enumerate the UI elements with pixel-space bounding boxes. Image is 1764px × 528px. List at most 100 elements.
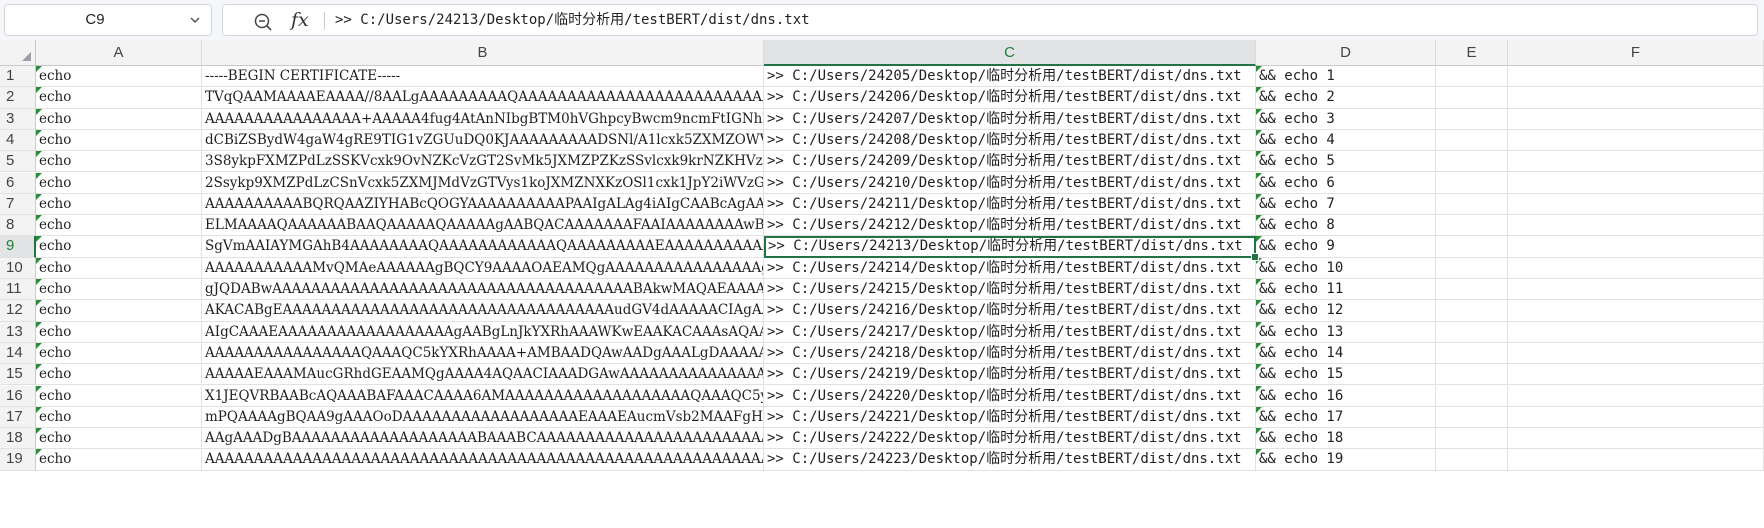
cell-e3[interactable]: [1436, 108, 1508, 130]
formula-input[interactable]: >> C:/Users/24213/Desktop/临时分析用/testBERT…: [335, 5, 810, 35]
cell-e10[interactable]: [1436, 257, 1508, 279]
cell-a16[interactable]: echo: [36, 385, 202, 407]
cell-b13[interactable]: AIgCAAAEAAAAAAAAAAAAAAAAAAgAABgLnJkYXRhA…: [202, 321, 764, 343]
cell-c3[interactable]: >> C:/Users/24207/Desktop/临时分析用/testBERT…: [764, 108, 1256, 130]
cell-b4[interactable]: dCBiZSBydW4gaW4gRE9TIG1vZGUuDQ0KJAAAAAAA…: [202, 129, 764, 152]
row-header[interactable]: 12: [0, 300, 36, 322]
cell-f3[interactable]: [1508, 108, 1764, 130]
row-header[interactable]: 9: [0, 236, 36, 258]
cell-a5[interactable]: echo: [36, 151, 202, 173]
cell-b1[interactable]: -----BEGIN CERTIFICATE-----: [202, 66, 764, 88]
function-icon[interactable]: fx: [291, 8, 309, 32]
cell-d18[interactable]: && echo 18: [1256, 428, 1436, 450]
cell-a7[interactable]: echo: [36, 193, 202, 216]
cell-d14[interactable]: && echo 14: [1256, 342, 1436, 365]
cell-f18[interactable]: [1508, 428, 1764, 450]
cell-b6[interactable]: 2Ssykp9XMZPdLzCSnVcxk5ZXMJMdVzGTVys1koJX…: [202, 172, 764, 194]
cell-e7[interactable]: [1436, 193, 1508, 216]
cell-b3[interactable]: AAAAAAAAAAAAAAAA+AAAAA4fug4AtAnNIbgBTM0h…: [202, 108, 764, 130]
cell-a3[interactable]: echo: [36, 108, 202, 130]
cell-e19[interactable]: [1436, 449, 1508, 471]
row-header[interactable]: 18: [0, 428, 36, 450]
cell-c18[interactable]: >> C:/Users/24222/Desktop/临时分析用/testBERT…: [764, 428, 1256, 450]
cell-c10[interactable]: >> C:/Users/24214/Desktop/临时分析用/testBERT…: [764, 257, 1256, 279]
cell-d12[interactable]: && echo 12: [1256, 300, 1436, 322]
cell-b2[interactable]: TVqQAAMAAAAEAAAA//8AALgAAAAAAAAAQAAAAAAA…: [202, 87, 764, 109]
row-header[interactable]: 4: [0, 129, 36, 152]
cell-d15[interactable]: && echo 15: [1256, 364, 1436, 386]
cell-f16[interactable]: [1508, 385, 1764, 407]
cell-f1[interactable]: [1508, 66, 1764, 88]
cell-c12[interactable]: >> C:/Users/24216/Desktop/临时分析用/testBERT…: [764, 300, 1256, 322]
cell-c17[interactable]: >> C:/Users/24221/Desktop/临时分析用/testBERT…: [764, 406, 1256, 429]
cell-b19[interactable]: AAAAAAAAAAAAAAAAAAAAAAAAAAAAAAAAAAAAAAAA…: [202, 449, 764, 471]
cell-d16[interactable]: && echo 16: [1256, 385, 1436, 407]
cell-a2[interactable]: echo: [36, 87, 202, 109]
cell-e9[interactable]: [1436, 236, 1508, 258]
cell-f12[interactable]: [1508, 300, 1764, 322]
row-header[interactable]: 3: [0, 108, 36, 130]
cell-f8[interactable]: [1508, 215, 1764, 237]
cell-f10[interactable]: [1508, 257, 1764, 279]
cell-f5[interactable]: [1508, 151, 1764, 173]
column-header-e[interactable]: E: [1436, 40, 1508, 66]
cell-b10[interactable]: AAAAAAAAAAAMvQMAeAAAAAAgBQCY9AAAAOAEAMQg…: [202, 257, 764, 279]
cell-c13[interactable]: >> C:/Users/24217/Desktop/临时分析用/testBERT…: [764, 321, 1256, 343]
cell-d10[interactable]: && echo 10: [1256, 257, 1436, 279]
cell-b5[interactable]: 3S8ykpFXMZPdLzSSKVcxk9OvNZKcVzGT2SvMk5JX…: [202, 151, 764, 173]
cell-b11[interactable]: gJQDABwAAAAAAAAAAAAAAAAAAAAAAAAAAAAAAAAA…: [202, 279, 764, 301]
cell-e14[interactable]: [1436, 342, 1508, 365]
row-header[interactable]: 14: [0, 342, 36, 365]
cell-b14[interactable]: AAAAAAAAAAAAAAAAQAAAQC5kYXRhAAAA+AMBAADQ…: [202, 342, 764, 365]
cell-e8[interactable]: [1436, 215, 1508, 237]
row-header[interactable]: 16: [0, 385, 36, 407]
cell-d1[interactable]: && echo 1: [1256, 66, 1436, 88]
cell-a19[interactable]: echo: [36, 449, 202, 471]
cell-a14[interactable]: echo: [36, 342, 202, 365]
cell-f17[interactable]: [1508, 406, 1764, 429]
row-header[interactable]: 11: [0, 279, 36, 301]
cell-d5[interactable]: && echo 5: [1256, 151, 1436, 173]
cell-b15[interactable]: AAAAAEAAAMAucGRhdGEAAMQgAAAA4AQAACIAAADG…: [202, 364, 764, 386]
cell-e2[interactable]: [1436, 87, 1508, 109]
cell-c19[interactable]: >> C:/Users/24223/Desktop/临时分析用/testBERT…: [764, 449, 1256, 471]
row-header[interactable]: 10: [0, 257, 36, 279]
row-header[interactable]: 1: [0, 66, 36, 88]
cell-c4[interactable]: >> C:/Users/24208/Desktop/临时分析用/testBERT…: [764, 129, 1256, 152]
cell-d19[interactable]: && echo 19: [1256, 449, 1436, 471]
cell-f9[interactable]: [1508, 236, 1764, 258]
row-header[interactable]: 5: [0, 151, 36, 173]
row-header[interactable]: 7: [0, 193, 36, 216]
row-header[interactable]: 6: [0, 172, 36, 194]
cell-b9[interactable]: SgVmAAIAYMGAhB4AAAAAAAAQAAAAAAAAAAAAQAAA…: [202, 236, 764, 258]
cell-c2[interactable]: >> C:/Users/24206/Desktop/临时分析用/testBERT…: [764, 87, 1256, 109]
cell-f13[interactable]: [1508, 321, 1764, 343]
select-all-button[interactable]: [0, 40, 36, 66]
cell-b16[interactable]: X1JEQVRBAABcAQAAABAFAAACAAAA6AMAAAAAAAAA…: [202, 385, 764, 407]
cell-a11[interactable]: echo: [36, 279, 202, 301]
cell-d9[interactable]: && echo 9: [1256, 236, 1436, 258]
cell-a4[interactable]: echo: [36, 129, 202, 152]
cell-c8[interactable]: >> C:/Users/24212/Desktop/临时分析用/testBERT…: [764, 215, 1256, 237]
fill-handle[interactable]: [1251, 252, 1259, 261]
cell-a15[interactable]: echo: [36, 364, 202, 386]
cell-a10[interactable]: echo: [36, 257, 202, 279]
cell-d8[interactable]: && echo 8: [1256, 215, 1436, 237]
column-header-c[interactable]: C: [764, 40, 1256, 66]
cell-c9[interactable]: >> C:/Users/24213/Desktop/临时分析用/testBERT…: [764, 236, 1256, 258]
cell-c16[interactable]: >> C:/Users/24220/Desktop/临时分析用/testBERT…: [764, 385, 1256, 407]
name-box-value[interactable]: C9: [5, 5, 185, 35]
row-header[interactable]: 8: [0, 215, 36, 237]
cell-a12[interactable]: echo: [36, 300, 202, 322]
cell-c6[interactable]: >> C:/Users/24210/Desktop/临时分析用/testBERT…: [764, 172, 1256, 194]
cell-c7[interactable]: >> C:/Users/24211/Desktop/临时分析用/testBERT…: [764, 193, 1256, 216]
cell-e5[interactable]: [1436, 151, 1508, 173]
column-header-d[interactable]: D: [1256, 40, 1436, 66]
row-header[interactable]: 2: [0, 87, 36, 109]
cell-a17[interactable]: echo: [36, 406, 202, 429]
cell-e12[interactable]: [1436, 300, 1508, 322]
cell-d7[interactable]: && echo 7: [1256, 193, 1436, 216]
cell-f2[interactable]: [1508, 87, 1764, 109]
cell-f19[interactable]: [1508, 449, 1764, 471]
cell-a1[interactable]: echo: [36, 66, 202, 88]
